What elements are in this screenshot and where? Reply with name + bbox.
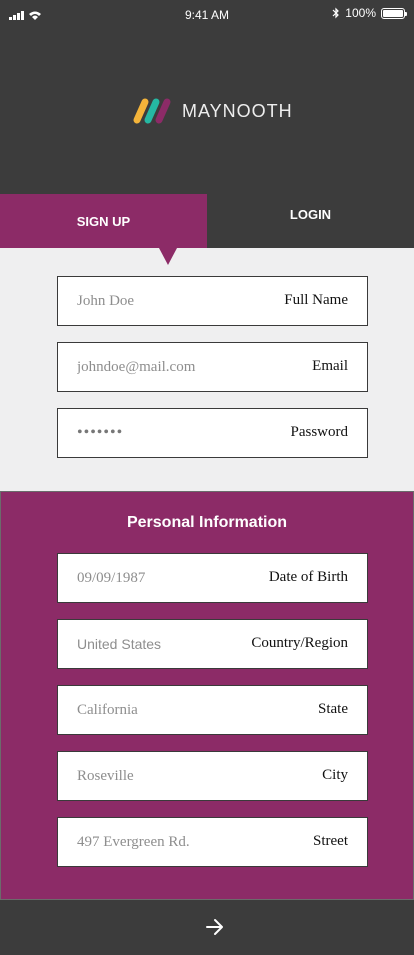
account-section: Full Name Email Password (0, 248, 414, 491)
brand-name: MAYNOOTH (182, 100, 293, 121)
tab-login[interactable]: LOGIN (207, 194, 414, 248)
full-name-input[interactable] (58, 277, 367, 325)
city-input[interactable] (58, 752, 367, 800)
brand-logo: MAYNOOTH (132, 97, 293, 125)
bluetooth-icon (332, 7, 340, 19)
password-input[interactable] (58, 409, 367, 457)
arrow-right-icon (206, 919, 223, 935)
active-tab-pointer (159, 248, 177, 265)
personal-information-section: Personal Information Date of Birth Count… (0, 491, 414, 900)
tab-sign-up[interactable]: SIGN UP (0, 194, 207, 248)
battery-percent: 100% (345, 6, 376, 20)
password-field: Password (57, 408, 368, 458)
email-input[interactable] (58, 343, 367, 391)
section-title: Personal Information (126, 514, 288, 531)
battery-icon (381, 7, 407, 19)
footer-bar (0, 900, 414, 955)
street-field: Street (57, 817, 368, 867)
auth-tabs: SIGN UP LOGIN (0, 194, 414, 248)
state-field: State (57, 685, 368, 735)
email-field: Email (57, 342, 368, 392)
country-region-input[interactable] (58, 620, 367, 668)
status-bar: 9:41 AM 100% (0, 0, 414, 30)
street-input[interactable] (58, 818, 367, 866)
full-name-field: Full Name (57, 276, 368, 326)
city-field: City (57, 751, 368, 801)
state-input[interactable] (58, 686, 367, 734)
date-of-birth-field: Date of Birth (57, 553, 368, 603)
country-region-field: Country/Region (57, 619, 368, 669)
maynooth-logo-icon (133, 98, 171, 124)
next-button[interactable] (197, 909, 233, 945)
date-of-birth-input[interactable] (58, 554, 367, 602)
